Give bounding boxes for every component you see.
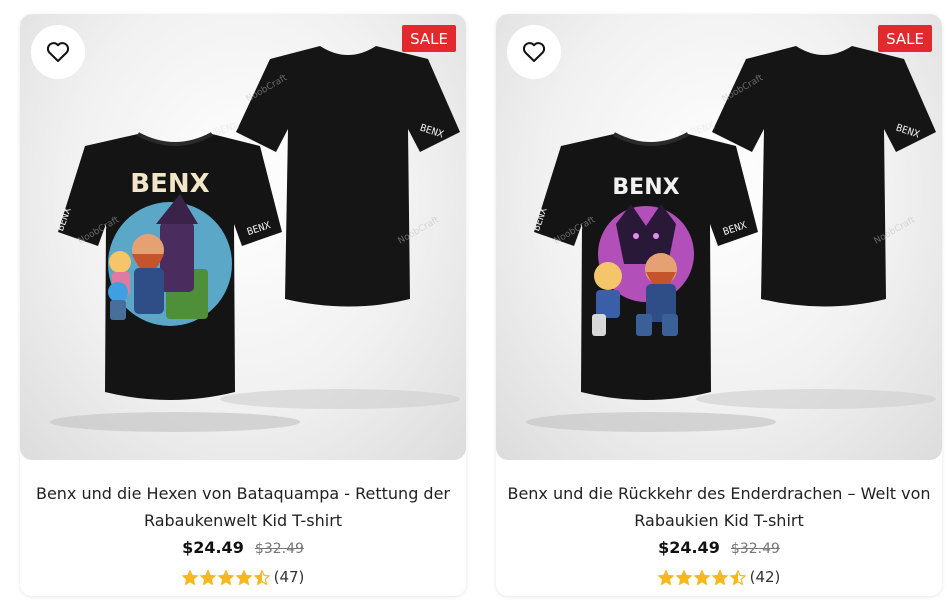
product-image[interactable]: BENX BENX BENX BENX BENX NoobCraft NoobC… (496, 14, 942, 460)
price-row: $24.49 $32.49 (20, 538, 466, 557)
product-image[interactable]: BENX BENX BENX BENX BENX NoobCraft NoobC… (20, 14, 466, 460)
heart-outline-icon (46, 42, 70, 62)
sale-price: $24.49 (658, 538, 720, 557)
tshirt-mockup-image: BENX BENX BENX BENX BENX NoobCraft NoobC… (50, 46, 460, 432)
half-star-icon (729, 569, 746, 585)
sale-badge: SALE (878, 25, 932, 52)
original-price: $32.49 (730, 541, 780, 557)
star-icon (235, 569, 252, 585)
star-icon (711, 569, 728, 585)
favorite-button[interactable] (31, 25, 85, 79)
star-icon (217, 569, 234, 585)
half-star-icon (253, 569, 270, 585)
shirt-print-title: BENX (612, 175, 679, 200)
star-icon (657, 569, 674, 585)
product-title[interactable]: Benx und die Rückkehr des Enderdrachen –… (496, 480, 942, 534)
review-count: (47) (273, 568, 305, 586)
favorite-button[interactable] (507, 25, 561, 79)
product-card[interactable]: BENX BENX BENX BENX BENX NoobCraft NoobC… (496, 14, 942, 596)
sale-price: $24.49 (182, 538, 244, 557)
star-rating (181, 569, 270, 585)
original-price: $32.49 (254, 541, 304, 557)
shirt-print-title: BENX (130, 169, 209, 199)
tshirt-mockup-image: BENX BENX BENX BENX BENX NoobCraft NoobC… (526, 46, 936, 432)
star-icon (199, 569, 216, 585)
price-row: $24.49 $32.49 (496, 538, 942, 557)
rating-row: (47) (20, 568, 466, 586)
star-icon (675, 569, 692, 585)
rating-row: (42) (496, 568, 942, 586)
star-icon (693, 569, 710, 585)
heart-outline-icon (522, 42, 546, 62)
star-icon (181, 569, 198, 585)
star-rating (657, 569, 746, 585)
review-count: (42) (749, 568, 781, 586)
sale-badge: SALE (402, 25, 456, 52)
product-title[interactable]: Benx und die Hexen von Bataquampa - Rett… (20, 480, 466, 534)
product-card[interactable]: BENX BENX BENX BENX BENX NoobCraft NoobC… (20, 14, 466, 596)
